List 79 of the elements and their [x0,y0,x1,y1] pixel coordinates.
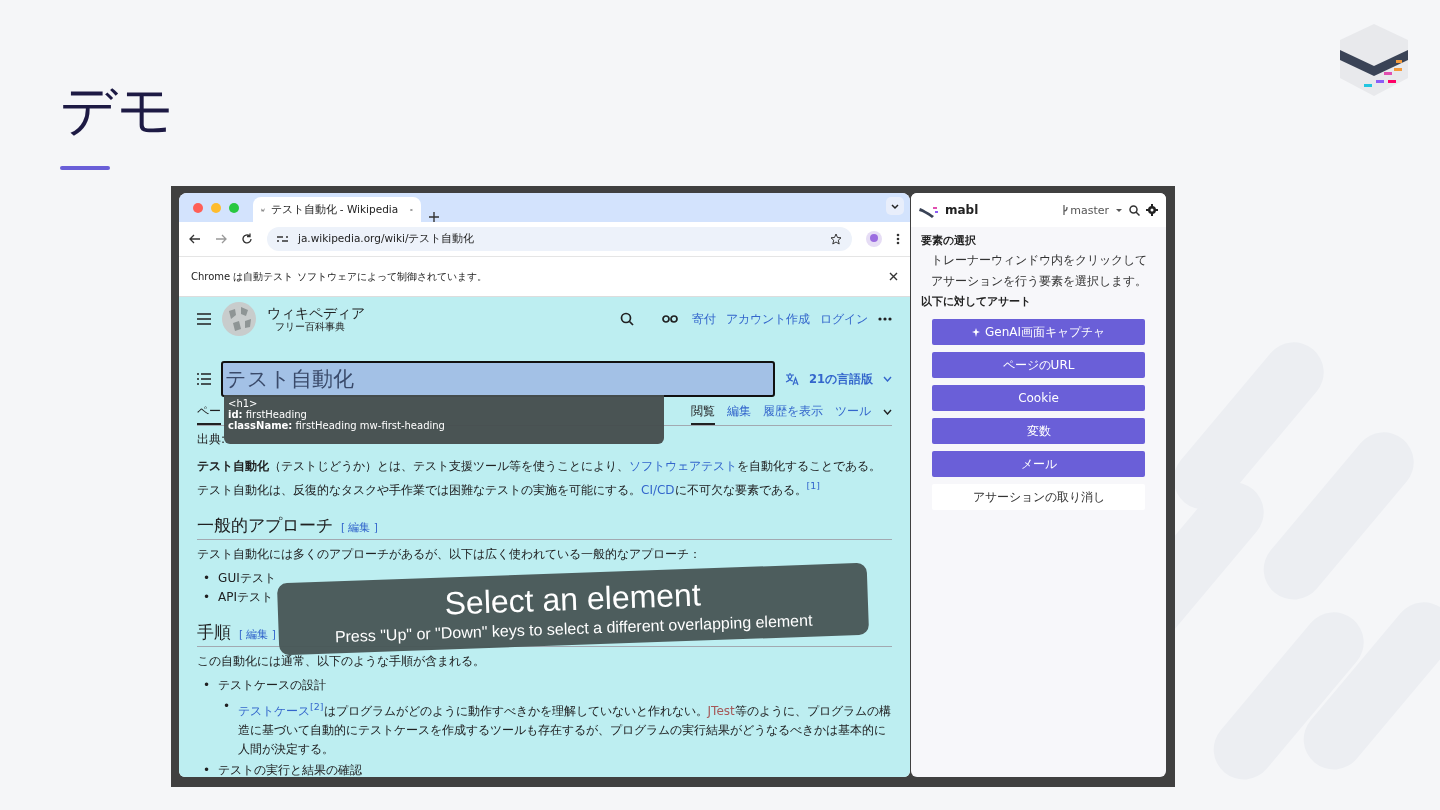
search-icon[interactable] [620,312,634,326]
table-of-contents-icon[interactable] [197,373,211,385]
caret-icon[interactable] [1115,207,1123,213]
sparkle-icon [971,327,981,337]
assertion-button[interactable]: 変数 [932,418,1145,444]
site-tagline: フリー百科事典 [275,321,346,333]
site-name: ウィキペディア [267,305,365,322]
section-title: 要素の選択 [921,233,977,248]
app-name: mabl [945,203,979,217]
reference-link[interactable]: [2] [310,701,324,712]
back-icon[interactable] [189,233,201,245]
bullet: • [223,698,231,715]
bullet: • [203,589,211,606]
new-tab-icon[interactable] [429,212,439,222]
view-tab[interactable]: ツール [835,404,871,425]
paragraph: この自動化には通常、以下のような手順が含まれる。 [197,653,486,670]
section-heading: 一般的アプローチ [197,514,333,537]
tooltip-line: id: firstHeading [228,409,307,420]
reference-link[interactable]: [1] [806,480,821,491]
more-vertical-icon[interactable] [896,233,900,245]
view-tab[interactable]: 閲覧 [691,404,715,425]
automation-infobar-text: Chrome は自動テスト ソフトウェアによって制御されています。 [191,269,487,284]
paragraph: テスト自動化には多くのアプローチがあるが、以下は広く使われている一般的なアプローチ： [197,546,702,563]
more-icon[interactable] [878,317,892,321]
menu-icon[interactable] [197,313,211,325]
glasses-icon[interactable] [662,315,678,323]
list-item: テストケース$^{[2]}$はプログラムがどのように動作すべきかを理解していないと作れない。JTest等のように、プログラムの構造に基づいて自動的にテストケースを作成するツールも存在するが、プログラムの実行結果がどうなるべきかは基本的に人間が決定する。 [238,700,892,758]
star-icon[interactable] [830,233,842,245]
reload-icon[interactable] [241,233,253,245]
tooltip-tag: <h1> [228,398,660,409]
source-line: 出典: [197,431,227,448]
list-item: GUIテスト [218,570,276,587]
tab-list-icon[interactable] [886,196,904,215]
browser-tab[interactable]: テスト自動化 - Wikipedia [253,197,421,222]
forward-icon[interactable] [215,233,227,245]
section-heading: 手順 [197,621,231,644]
assertion-button[interactable]: Cookie [932,385,1145,411]
section-title: 以下に対してアサート [921,294,1032,309]
edit-link[interactable]: [ 編集 ] [341,521,378,535]
instruction-text: アサーションを行う要素を選択します。 [930,273,1148,290]
slide-title: デモ [60,82,174,138]
settings-icon[interactable] [1146,204,1158,216]
view-tab[interactable]: 履歴を表示 [763,404,823,425]
instruction-text: トレーナーウィンドウ内をクリックして [930,252,1148,269]
title-underline [60,166,110,170]
site-settings-icon[interactable] [277,234,288,244]
bullet: • [203,677,211,694]
header-link[interactable]: アカウント作成 [726,311,810,327]
translate-icon [785,372,799,386]
tooltip-line: className: firstHeading mw-first-heading [228,420,446,431]
profile-avatar-icon[interactable] [866,231,882,247]
header-link[interactable]: 寄付 [692,311,716,327]
chevron-down-icon [883,409,892,415]
branch-icon [1062,205,1070,215]
article-link[interactable]: CI/CD [641,483,675,497]
page-heading: テスト自動化 [221,361,775,397]
header-link[interactable]: ログイン [820,311,868,327]
page-tab[interactable]: ペー [197,404,221,425]
bullet: • [203,570,211,587]
list-item: テストの実行と結果の確認 [218,762,363,777]
bullet: • [203,762,211,777]
assertion-button[interactable]: ページのURL [932,352,1145,378]
list-item: APIテスト [218,589,274,606]
article-link[interactable]: JTest [707,704,735,718]
globe-logo-icon [221,301,257,337]
list-item: テストケースの設計 [218,677,327,694]
paragraph: テスト自動化（テストじどうか）とは、テスト支援ツール等を使うことにより、ソフトウェアテスト を自動化することである。テスト自動化は、反復的なタスクや手作業では困難なテストの実施を可能にする。CI/CDに不可欠な要素である。$^{[1]}$ [197,458,882,499]
language-button[interactable]: 21の言語版 [809,371,873,387]
assertion-button[interactable]: アサーションの取り消し [932,484,1145,510]
assertion-button[interactable]: GenAI画面キャプチャ [932,319,1145,345]
view-tab[interactable]: 編集 [727,404,751,425]
chevron-down-icon [883,376,892,382]
address-bar[interactable]: ja.wikipedia.org/wiki/テスト自動化 [267,227,852,251]
search-icon[interactable] [1129,204,1140,216]
assertion-button[interactable]: メール [932,451,1145,477]
article-link[interactable]: テストケース [238,704,311,718]
branch-name[interactable]: master [1070,203,1109,217]
edit-link[interactable]: [ 編集 ] [239,628,276,642]
article-link[interactable]: ソフトウェアテスト [629,459,737,473]
